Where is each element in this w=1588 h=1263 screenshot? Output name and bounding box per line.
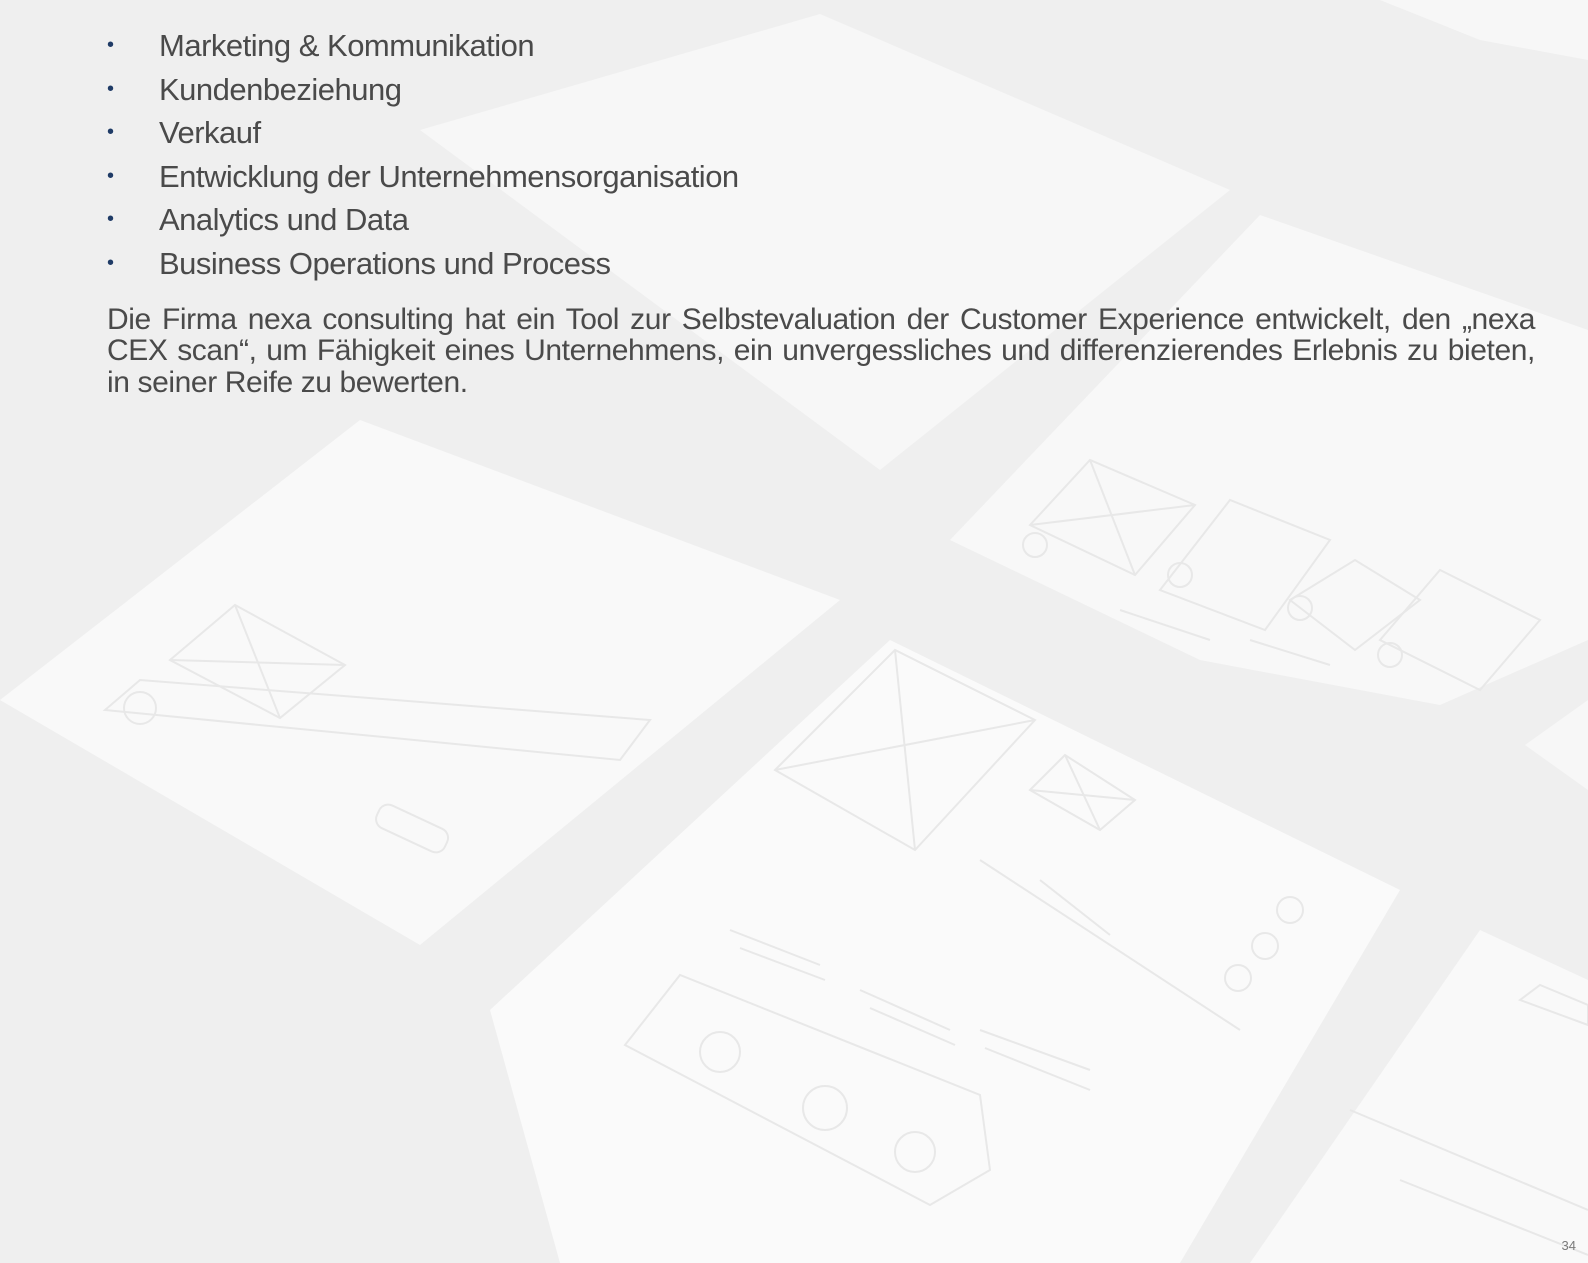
- bullet-icon: •: [107, 34, 114, 56]
- bullet-icon: •: [107, 164, 114, 187]
- bullet-icon: •: [107, 121, 114, 144]
- bullet-label: Verkauf: [159, 115, 261, 151]
- bullet-item: • Marketing & Kommunikation: [107, 24, 1537, 68]
- bullet-label: Kundenbeziehung: [159, 71, 402, 107]
- bullet-label: Entwicklung der Unternehmensorganisation: [159, 158, 739, 194]
- topic-bullet-list: • Marketing & Kommunikation • Kundenbezi…: [107, 24, 1537, 286]
- bullet-label: Business Operations und Process: [159, 245, 611, 281]
- bullet-label: Analytics und Data: [159, 202, 409, 238]
- bullet-item: • Analytics und Data: [107, 198, 1537, 242]
- description-paragraph: Die Firma nexa consulting hat ein Tool z…: [107, 302, 1535, 399]
- page-number: 34: [1561, 1238, 1576, 1253]
- bullet-icon: •: [107, 77, 114, 100]
- bullet-icon: •: [107, 208, 114, 231]
- bullet-icon: •: [107, 251, 114, 274]
- bullet-label: Marketing & Kommunikation: [159, 28, 535, 63]
- bullet-item: • Business Operations und Process: [107, 242, 1537, 286]
- bullet-item: • Entwicklung der Unternehmensorganisati…: [107, 155, 1537, 199]
- bullet-item: • Verkauf: [107, 111, 1537, 155]
- bullet-item: • Kundenbeziehung: [107, 68, 1537, 112]
- slide-content: • Marketing & Kommunikation • Kundenbezi…: [107, 24, 1537, 398]
